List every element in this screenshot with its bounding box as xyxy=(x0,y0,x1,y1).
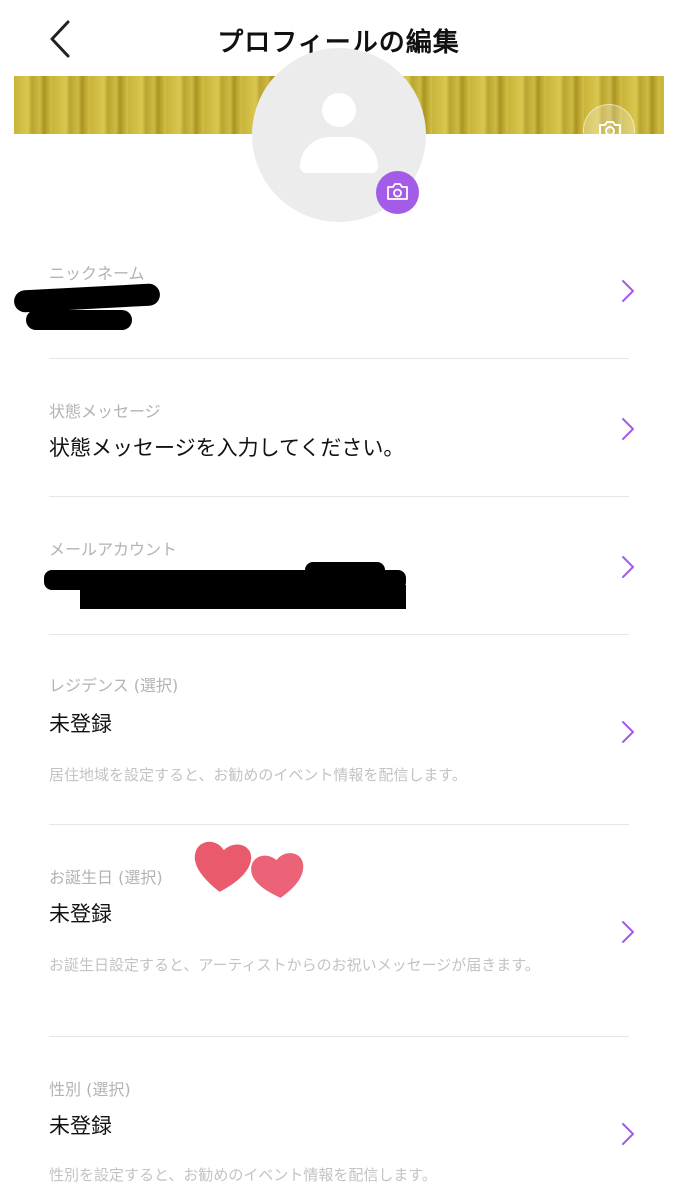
status-message-row[interactable]: 状態メッセージ 状態メッセージを入力してください。 xyxy=(49,390,634,496)
divider xyxy=(49,1036,629,1037)
chevron-right-icon xyxy=(622,280,634,302)
person-placeholder-body xyxy=(300,137,378,173)
status-message-value: 状態メッセージを入力してください。 xyxy=(49,436,405,460)
chevron-right-icon xyxy=(622,1123,634,1145)
email-account-label: メールアカウント xyxy=(49,540,178,559)
camera-icon xyxy=(387,183,408,200)
gender-hint: 性別を設定すると、お勧めのイベント情報を配信します。 xyxy=(49,1166,437,1184)
chevron-right-icon xyxy=(622,418,634,440)
redaction-mark xyxy=(26,310,132,330)
divider xyxy=(49,496,629,497)
birthday-value: 未登録 xyxy=(49,902,112,926)
person-placeholder-icon xyxy=(322,93,356,127)
chevron-right-icon xyxy=(622,721,634,743)
gender-label: 性別 (選択) xyxy=(49,1080,131,1099)
hearts-sticker xyxy=(194,841,304,898)
residence-row[interactable]: レジデンス (選択) 未登録 居住地域を設定すると、お勧めのイベント情報を配信し… xyxy=(49,664,634,824)
gender-row[interactable]: 性別 (選択) 未登録 性別を設定すると、お勧めのイベント情報を配信します。 xyxy=(49,1068,634,1200)
status-message-label: 状態メッセージ xyxy=(49,402,161,421)
chevron-right-icon xyxy=(622,921,634,943)
divider xyxy=(49,824,629,825)
residence-value: 未登録 xyxy=(49,712,112,736)
birthday-label: お誕生日 (選択) xyxy=(49,868,163,887)
divider xyxy=(49,358,629,359)
nickname-label: ニックネーム xyxy=(49,264,145,283)
chevron-right-icon xyxy=(622,556,634,578)
avatar-camera-button[interactable] xyxy=(376,171,419,214)
redaction-mark xyxy=(80,585,406,609)
birthday-hint: お誕生日設定すると、アーティストからのお祝いメッセージが届きます。 xyxy=(49,956,540,974)
residence-label: レジデンス (選択) xyxy=(49,676,179,695)
divider xyxy=(49,634,629,635)
gender-value: 未登録 xyxy=(49,1114,112,1138)
residence-hint: 居住地域を設定すると、お勧めのイベント情報を配信します。 xyxy=(49,766,467,784)
birthday-row[interactable]: お誕生日 (選択) 未登録 お誕生日設定すると、アーティストからのお祝いメッセー… xyxy=(49,856,634,1036)
redaction-mark xyxy=(305,562,385,578)
